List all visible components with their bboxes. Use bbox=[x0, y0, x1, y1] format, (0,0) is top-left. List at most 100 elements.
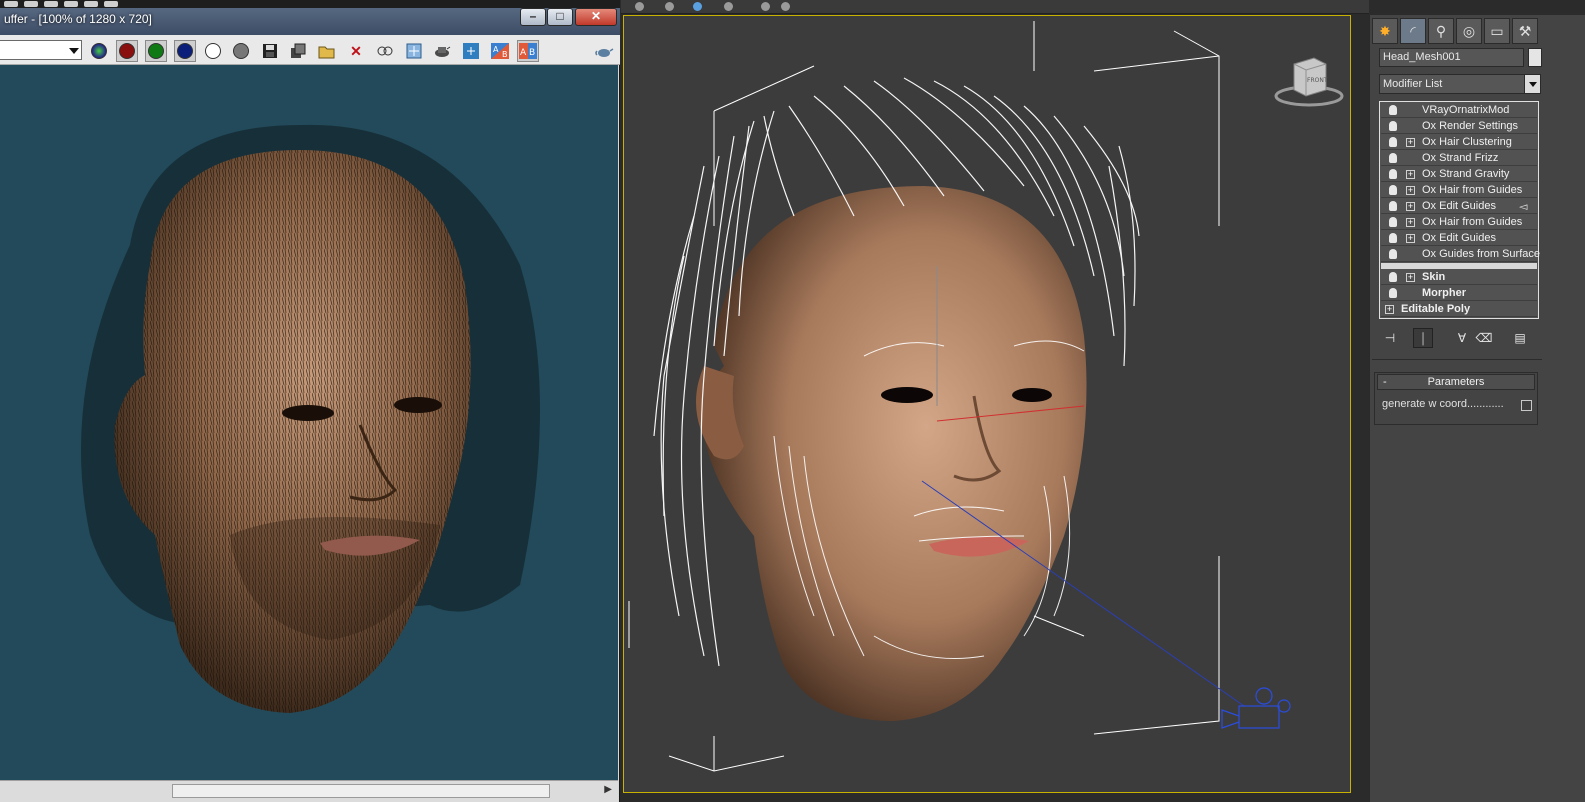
remove-modifier-icon[interactable]: ⌫ bbox=[1474, 328, 1494, 348]
lightbulb-icon[interactable] bbox=[1389, 137, 1397, 147]
lightbulb-icon[interactable] bbox=[1389, 249, 1397, 259]
lightbulb-icon[interactable] bbox=[1389, 201, 1397, 211]
pin-stack-icon[interactable]: ⊣ bbox=[1380, 328, 1400, 348]
chevron-down-icon[interactable] bbox=[1524, 75, 1540, 93]
create-icon[interactable]: ✸ bbox=[1372, 18, 1398, 44]
motion-icon[interactable]: ◎ bbox=[1456, 18, 1482, 44]
display-icon[interactable]: ▭ bbox=[1484, 18, 1510, 44]
make-unique-icon[interactable]: ∀ bbox=[1452, 328, 1472, 348]
viewcube[interactable]: FRONT bbox=[1274, 52, 1344, 112]
stack-item-label: Ox Strand Gravity bbox=[1422, 168, 1510, 180]
modify-icon[interactable]: ◜ bbox=[1400, 18, 1426, 44]
stack-item-label: Morpher bbox=[1422, 287, 1466, 299]
scrollbar-thumb[interactable] bbox=[172, 784, 550, 798]
generate-w-coord-checkbox[interactable] bbox=[1521, 400, 1532, 411]
ab-toggle-icon[interactable]: AB bbox=[517, 40, 539, 62]
stack-item-label: Skin bbox=[1422, 271, 1446, 283]
lightbulb-icon[interactable] bbox=[1389, 185, 1397, 195]
stack-item-ox-hair-from-guides[interactable]: + Ox Hair from Guides bbox=[1381, 183, 1537, 198]
vfb-window: uffer - [100% of 1280 x 720] – □ ✕ ✕ A B… bbox=[0, 0, 620, 802]
stack-item-ox-render-settings[interactable]: Ox Render Settings bbox=[1381, 119, 1537, 134]
stack-item-label: Editable Poly bbox=[1401, 303, 1471, 315]
stack-item-ox-guides-from-surface[interactable]: Ox Guides from Surface bbox=[1381, 247, 1540, 262]
horizontal-scrollbar[interactable]: ▶ bbox=[0, 780, 618, 802]
parameters-rollout: - Parameters generate w coord...........… bbox=[1374, 372, 1538, 425]
modifier-list-dropdown[interactable]: Modifier List bbox=[1379, 74, 1541, 94]
stack-item-ox-hair-from-guides-2[interactable]: + Ox Hair from Guides bbox=[1381, 215, 1537, 230]
rollout-title: Parameters bbox=[1427, 376, 1485, 388]
render-canvas[interactable] bbox=[0, 65, 618, 780]
lightbulb-icon[interactable] bbox=[1389, 272, 1397, 282]
expand-icon[interactable]: + bbox=[1406, 218, 1415, 227]
minimize-button[interactable]: – bbox=[520, 8, 546, 26]
expand-icon[interactable]: + bbox=[1406, 234, 1415, 243]
svg-text:B: B bbox=[529, 48, 535, 58]
close-button[interactable]: ✕ bbox=[575, 8, 617, 26]
render-icon[interactable] bbox=[431, 40, 453, 62]
mono-icon[interactable] bbox=[230, 40, 252, 62]
expand-icon[interactable]: + bbox=[1406, 202, 1415, 211]
stack-item-skin[interactable]: + Skin bbox=[1381, 270, 1537, 285]
lut-icon[interactable] bbox=[460, 40, 482, 62]
viewport-scene bbox=[628, 21, 1291, 772]
stack-item-label: Ox Render Settings bbox=[1422, 120, 1518, 132]
stack-item-editable-poly[interactable]: + Editable Poly bbox=[1381, 302, 1537, 317]
expand-icon[interactable]: + bbox=[1385, 305, 1394, 314]
open-icon[interactable] bbox=[316, 40, 338, 62]
stack-item-ox-strand-gravity[interactable]: + Ox Strand Gravity bbox=[1381, 167, 1537, 182]
rgb-channel-icon[interactable] bbox=[88, 40, 110, 62]
maximize-button[interactable]: □ bbox=[547, 8, 573, 26]
lightbulb-icon[interactable] bbox=[1389, 169, 1397, 179]
save-icon[interactable] bbox=[259, 40, 281, 62]
clear-icon[interactable]: ✕ bbox=[345, 40, 367, 62]
object-color-swatch[interactable] bbox=[1528, 48, 1542, 67]
utilities-icon[interactable]: ⚒ bbox=[1512, 18, 1538, 44]
teapot-icon[interactable] bbox=[593, 40, 615, 62]
object-name-field[interactable]: Head_Mesh001 bbox=[1379, 48, 1524, 67]
region-render-icon[interactable] bbox=[403, 40, 425, 62]
channel-dropdown[interactable] bbox=[0, 40, 82, 60]
stack-item-morpher[interactable]: Morpher bbox=[1381, 286, 1537, 301]
lightbulb-icon[interactable] bbox=[1389, 121, 1397, 131]
vfb-titlebar[interactable]: uffer - [100% of 1280 x 720] – □ ✕ bbox=[0, 0, 620, 35]
configure-sets-icon[interactable]: ▤ bbox=[1510, 328, 1530, 348]
red-channel-icon[interactable] bbox=[116, 40, 138, 62]
blue-channel-icon[interactable] bbox=[174, 40, 196, 62]
edit-pencil-icon: ◅ bbox=[1519, 201, 1528, 213]
stack-item-label: Ox Strand Frizz bbox=[1422, 152, 1499, 164]
expand-icon[interactable]: + bbox=[1406, 138, 1415, 147]
lightbulb-icon[interactable] bbox=[1389, 153, 1397, 163]
svg-text:A: A bbox=[520, 48, 527, 58]
camera-icon bbox=[1221, 687, 1291, 729]
stack-item-vrayornatrixmod[interactable]: VRayOrnatrixMod bbox=[1381, 103, 1537, 118]
lightbulb-icon[interactable] bbox=[1389, 288, 1397, 298]
show-end-result-icon[interactable]: ⏐ bbox=[1413, 328, 1433, 348]
stack-item-ox-edit-guides[interactable]: + Ox Edit Guides ◅ bbox=[1381, 199, 1537, 214]
perspective-viewport[interactable]: FRONT bbox=[623, 15, 1351, 793]
stack-item-label: Ox Guides from Surface bbox=[1422, 248, 1540, 260]
ab-compare-icon[interactable]: AB bbox=[489, 40, 511, 62]
lightbulb-icon[interactable] bbox=[1389, 217, 1397, 227]
divider bbox=[1372, 359, 1542, 360]
expand-icon[interactable]: + bbox=[1406, 186, 1415, 195]
lightbulb-icon[interactable] bbox=[1389, 233, 1397, 243]
track-mouse-icon[interactable] bbox=[374, 40, 396, 62]
expand-icon[interactable]: + bbox=[1406, 170, 1415, 179]
stack-item-ox-hair-clustering[interactable]: + Ox Hair Clustering bbox=[1381, 135, 1537, 150]
lightbulb-icon[interactable] bbox=[1389, 105, 1397, 115]
hierarchy-icon[interactable]: ⚲ bbox=[1428, 18, 1454, 44]
stack-item-label: Ox Hair Clustering bbox=[1422, 136, 1512, 148]
scroll-right-icon[interactable]: ▶ bbox=[604, 784, 612, 795]
duplicate-icon[interactable] bbox=[287, 40, 309, 62]
alpha-channel-icon[interactable] bbox=[202, 40, 224, 62]
stack-tools: ⊣ ⏐ ∀ ⌫ ▤ bbox=[1380, 328, 1540, 348]
generate-w-coord-label: generate w coord............ bbox=[1382, 398, 1504, 410]
stack-item-label: Ox Edit Guides bbox=[1422, 200, 1496, 212]
green-channel-icon[interactable] bbox=[145, 40, 167, 62]
stack-item-label: Ox Hair from Guides bbox=[1422, 216, 1523, 228]
parameters-rollout-header[interactable]: - Parameters bbox=[1377, 374, 1535, 390]
modifier-stack[interactable]: VRayOrnatrixMod Ox Render Settings + Ox … bbox=[1379, 101, 1540, 319]
stack-item-ox-strand-frizz[interactable]: Ox Strand Frizz bbox=[1381, 151, 1537, 166]
stack-item-ox-edit-guides-2[interactable]: + Ox Edit Guides bbox=[1381, 231, 1537, 246]
expand-icon[interactable]: + bbox=[1406, 273, 1415, 282]
